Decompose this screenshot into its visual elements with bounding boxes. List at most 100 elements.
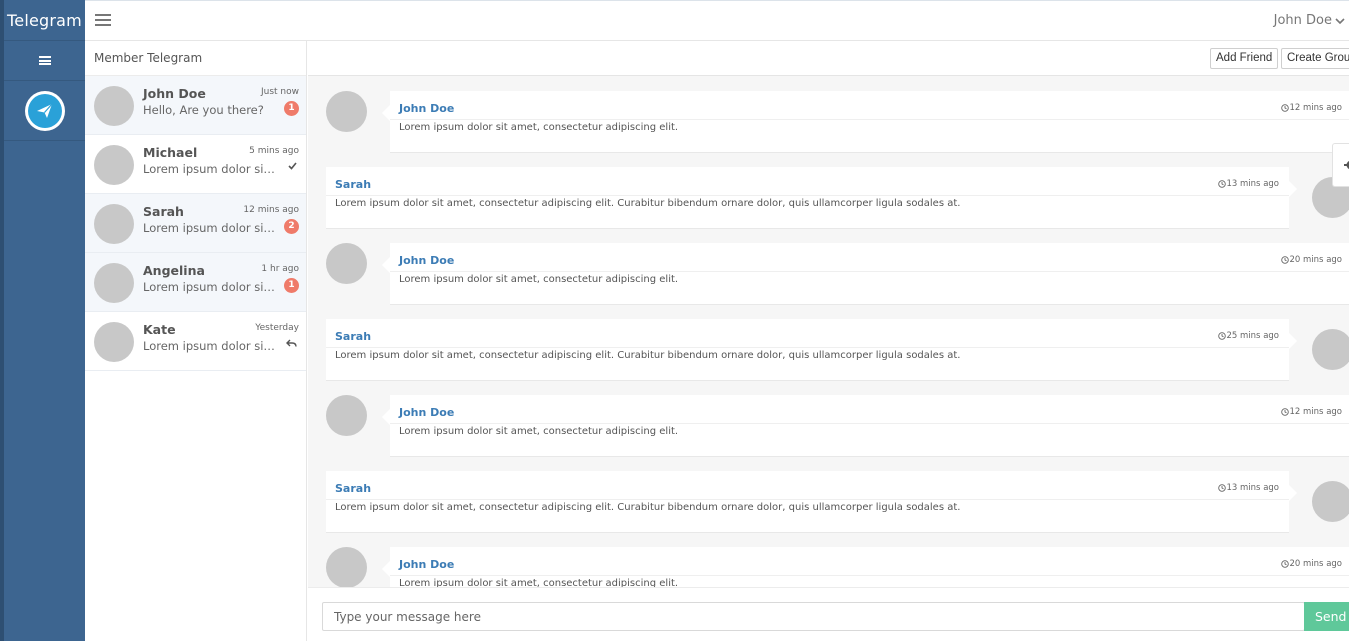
- telegram-logo-container: [4, 81, 85, 141]
- contact-item[interactable]: Sarah 12 mins ago Lorem ipsum dolor sit am…: [85, 194, 306, 253]
- divider: [390, 271, 1349, 272]
- message-item: John Doe 12 mins ago Lorem ipsum dolor sit…: [308, 91, 1349, 153]
- message-time-text: 12 mins ago: [1289, 407, 1342, 417]
- unread-badge: 1: [284, 278, 299, 293]
- message-sender: John Doe: [399, 102, 455, 115]
- contact-time: 1 hr ago: [261, 264, 299, 274]
- message-time-text: 25 mins ago: [1226, 331, 1279, 341]
- message-time: 13 mins ago: [1217, 179, 1279, 189]
- contact-item[interactable]: Michael 5 mins ago Lorem ipsum dolor sit a…: [85, 135, 306, 194]
- avatar: [326, 91, 367, 132]
- divider: [390, 575, 1349, 576]
- chat-area: Add Friend Create Group John Doe 12 mins …: [308, 41, 1349, 641]
- contact-last-message: Hello, Are you there?: [143, 103, 264, 117]
- message-time: 20 mins ago: [1280, 559, 1342, 569]
- settings-toggle[interactable]: [1332, 143, 1349, 187]
- message-bubble: John Doe 12 mins ago Lorem ipsum dolor sit…: [382, 91, 1349, 153]
- message-item: Sarah 25 mins ago Lorem ipsum dolor sit am…: [308, 319, 1349, 381]
- avatar: [326, 395, 367, 436]
- message-sender: John Doe: [399, 406, 455, 419]
- message-text: Lorem ipsum dolor sit amet, consectetur …: [399, 274, 679, 285]
- message-sender: Sarah: [335, 482, 372, 495]
- create-group-button[interactable]: Create Group: [1281, 48, 1349, 69]
- message-item: Sarah 13 mins ago Lorem ipsum dolor sit am…: [308, 167, 1349, 229]
- contact-last-message: Lorem ipsum dolor sit amet, consectetur: [143, 162, 278, 176]
- clock-icon: [1217, 332, 1226, 340]
- contact-time: Just now: [260, 87, 299, 97]
- message-text: Lorem ipsum dolor sit amet, consectetur …: [335, 502, 961, 513]
- contact-list: John Doe Just now Hello, Are you there? 1 Mi…: [85, 76, 306, 371]
- user-name: John Doe: [1273, 13, 1332, 28]
- contact-name: Michael: [143, 145, 198, 160]
- message-bubble: Sarah 13 mins ago Lorem ipsum dolor sit am…: [326, 167, 1297, 229]
- message-sender: John Doe: [399, 558, 455, 571]
- message-sender: John Doe: [399, 254, 455, 267]
- contact-last-message: Lorem ipsum dolor sit amet, consectetur: [143, 221, 278, 235]
- message-time: 12 mins ago: [1280, 103, 1342, 113]
- clock-icon: [1280, 104, 1289, 112]
- message-time-text: 20 mins ago: [1289, 559, 1342, 569]
- chevron-down-icon: [1335, 17, 1345, 24]
- message-time-text: 13 mins ago: [1226, 483, 1279, 493]
- avatar: [94, 86, 134, 126]
- contact-item[interactable]: Angelina 1 hr ago Lorem ipsum dolor sit am…: [85, 253, 306, 312]
- telegram-logo-circle: [27, 93, 62, 128]
- chat-toolbar: Add Friend Create Group: [308, 41, 1349, 76]
- message-time: 13 mins ago: [1217, 483, 1279, 493]
- add-friend-button[interactable]: Add Friend: [1210, 48, 1279, 69]
- message-sender: Sarah: [335, 178, 372, 191]
- divider: [326, 499, 1289, 500]
- message-time-text: 13 mins ago: [1226, 179, 1279, 189]
- message-bubble: John Doe 20 mins ago Lorem ipsum dolor sit…: [382, 547, 1349, 587]
- message-text: Lorem ipsum dolor sit amet, consectetur …: [399, 426, 679, 437]
- message-time: 25 mins ago: [1217, 331, 1279, 341]
- sidebar-menu-button[interactable]: [4, 41, 85, 81]
- user-menu[interactable]: John Doe: [1274, 13, 1345, 28]
- clock-icon: [1217, 180, 1226, 188]
- send-button[interactable]: Send: [1304, 602, 1349, 631]
- message-time: 20 mins ago: [1280, 255, 1342, 265]
- clock-icon: [1280, 408, 1289, 416]
- contact-last-message: Lorem ipsum dolor sit amet, consectetur: [143, 280, 278, 294]
- reply-icon: [286, 339, 297, 347]
- message-input[interactable]: [322, 602, 1305, 631]
- unread-badge: 2: [284, 219, 299, 234]
- contact-time: 12 mins ago: [243, 205, 299, 215]
- contact-item[interactable]: Kate Yesterday Lorem ipsum dolor sit amet,…: [85, 312, 306, 371]
- contact-name: Sarah: [143, 204, 184, 219]
- message-time-text: 20 mins ago: [1289, 255, 1342, 265]
- message-time-text: 12 mins ago: [1289, 103, 1342, 113]
- telegram-logo-icon[interactable]: [24, 90, 65, 131]
- contact-name: John Doe: [143, 86, 206, 101]
- composer: Send: [308, 587, 1349, 641]
- unread-badge: 1: [284, 101, 299, 116]
- top-bar: John Doe: [85, 0, 1349, 41]
- divider: [390, 423, 1349, 424]
- message-time: 12 mins ago: [1280, 407, 1342, 417]
- clock-icon: [1280, 560, 1289, 568]
- gear-icon: [1344, 160, 1349, 170]
- message-item: Sarah 13 mins ago Lorem ipsum dolor sit am…: [308, 471, 1349, 533]
- hamburger-menu-icon[interactable]: [95, 14, 111, 27]
- clock-icon: [1217, 484, 1226, 492]
- avatar: [94, 322, 134, 362]
- avatar: [1312, 329, 1349, 370]
- message-text: Lorem ipsum dolor sit amet, consectetur …: [335, 198, 961, 209]
- avatar: [94, 145, 134, 185]
- divider: [326, 347, 1289, 348]
- divider: [326, 195, 1289, 196]
- contact-item[interactable]: John Doe Just now Hello, Are you there? 1: [85, 76, 306, 135]
- avatar: [94, 204, 134, 244]
- message-text: Lorem ipsum dolor sit amet, consectetur …: [399, 578, 679, 587]
- left-sidebar: Telegram: [0, 0, 85, 641]
- message-text: Lorem ipsum dolor sit amet, consectetur …: [335, 350, 961, 361]
- message-bubble: John Doe 20 mins ago Lorem ipsum dolor sit…: [382, 243, 1349, 305]
- check-icon: [288, 162, 297, 170]
- contact-last-message: Lorem ipsum dolor sit amet, consectetur: [143, 339, 278, 353]
- contacts-panel: Member Telegram John Doe Just now Hello, A…: [85, 41, 307, 641]
- avatar: [326, 547, 367, 587]
- message-item: John Doe 12 mins ago Lorem ipsum dolor sit…: [308, 395, 1349, 457]
- avatar: [94, 263, 134, 303]
- message-list[interactable]: John Doe 12 mins ago Lorem ipsum dolor sit…: [308, 76, 1349, 587]
- message-sender: Sarah: [335, 330, 372, 343]
